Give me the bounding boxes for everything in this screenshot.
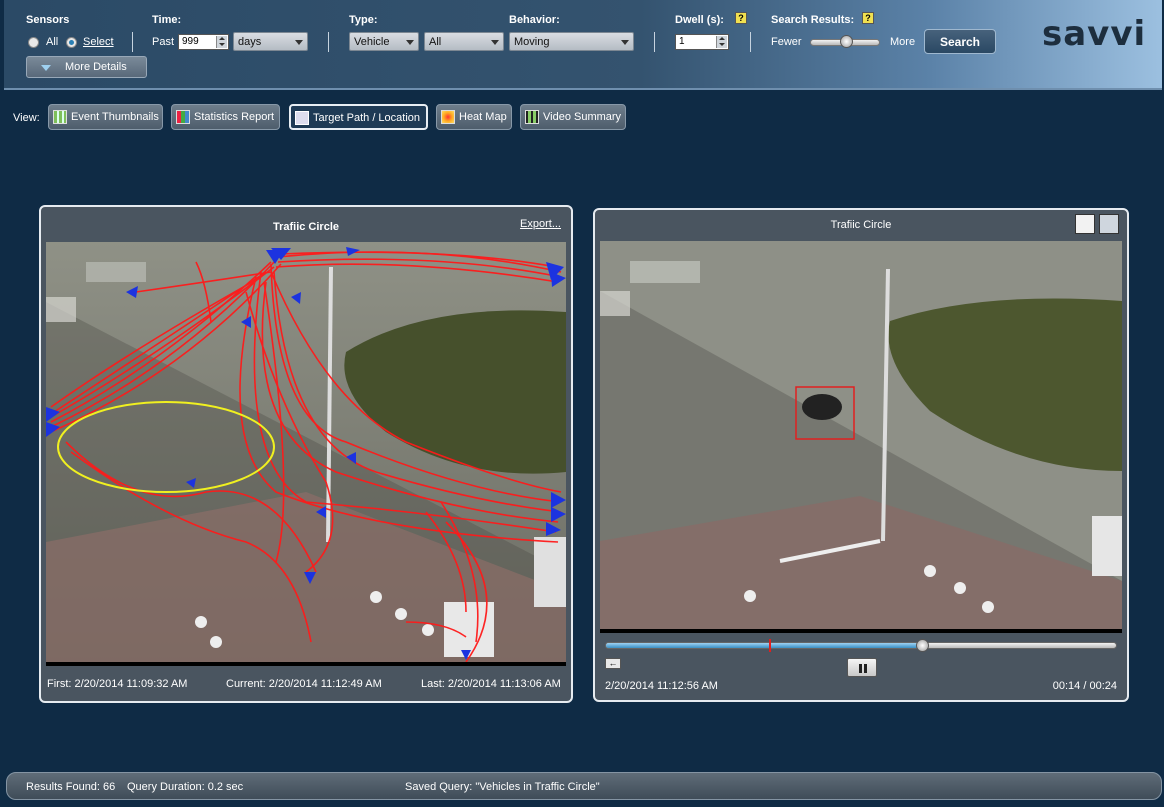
saved-query: Saved Query: "Vehicles in Traffic Circle…	[405, 781, 600, 793]
snapshot-icon[interactable]	[1075, 214, 1095, 234]
video-frame[interactable]	[600, 241, 1122, 629]
divider	[328, 32, 329, 52]
radio-select[interactable]	[66, 37, 77, 48]
search-button[interactable]: Search	[924, 29, 996, 54]
view-button-label: Heat Map	[459, 111, 507, 123]
type-sub-value: All	[429, 36, 442, 48]
type-sub-select[interactable]: All	[424, 32, 504, 51]
fewer-label: Fewer	[771, 36, 802, 48]
elapsed-time: 00:14 / 00:24	[1052, 680, 1117, 692]
radio-all[interactable]	[28, 37, 39, 48]
view-event-thumbnails-button[interactable]: Event Thumbnails	[48, 104, 163, 130]
chevron-down-icon	[295, 40, 303, 45]
view-target-path-button[interactable]: Target Path / Location	[289, 104, 428, 130]
dwell-label: Dwell (s):	[675, 14, 724, 26]
time-unit-select[interactable]: days	[233, 32, 308, 51]
chevron-down-icon	[491, 40, 499, 45]
search-toolbar: Sensors All Select More Details Time: Pa…	[4, 0, 1162, 90]
savvi-logo: savvi	[1042, 14, 1147, 54]
behavior-label: Behavior:	[509, 14, 560, 26]
time-unit-value: days	[238, 36, 262, 48]
view-label: View:	[13, 112, 40, 124]
chevron-down-icon	[406, 40, 414, 45]
behavior-select[interactable]: Moving	[509, 32, 634, 51]
search-results-label: Search Results:	[771, 14, 855, 26]
playback-progress	[606, 643, 923, 648]
pause-icon	[859, 664, 862, 673]
radio-all-label[interactable]: All	[46, 36, 58, 48]
time-label: Time:	[152, 14, 182, 26]
view-button-label: Event Thumbnails	[71, 111, 159, 123]
view-statistics-report-button[interactable]: Statistics Report	[171, 104, 280, 130]
thumbnails-icon	[53, 110, 67, 124]
past-label: Past	[152, 36, 175, 48]
more-details-button[interactable]: More Details	[26, 56, 147, 78]
video-player-panel: Trafiic Circle ← 2/20/2014 11:12:56 AM 0…	[593, 208, 1129, 702]
more-details-label: More Details	[65, 61, 127, 73]
stepper-arrows-icon[interactable]	[716, 36, 727, 48]
view-button-label: Statistics Report	[194, 111, 275, 123]
panel-title: Trafiic Circle	[830, 219, 892, 231]
type-value: Vehicle	[354, 36, 390, 48]
past-value-stepper[interactable]: 999	[178, 34, 229, 50]
dwell-stepper[interactable]: 1	[675, 34, 729, 50]
event-marker	[769, 639, 771, 652]
video-scene	[600, 241, 1122, 629]
divider	[750, 32, 751, 52]
last-timestamp: Last: 2/20/2014 11:13:06 AM	[421, 678, 561, 690]
playback-knob[interactable]	[916, 639, 929, 652]
help-icon[interactable]: ?	[735, 12, 747, 24]
divider	[132, 32, 133, 52]
popout-window-icon[interactable]	[1099, 214, 1119, 234]
radio-select-label[interactable]: Select	[83, 36, 114, 48]
dwell-value: 1	[679, 36, 685, 47]
stepper-arrows-icon[interactable]	[216, 36, 227, 48]
first-timestamp: First: 2/20/2014 11:09:32 AM	[47, 678, 188, 690]
timeline-strip	[46, 662, 566, 666]
status-bar: Results Found: 66 Query Duration: 0.2 se…	[6, 772, 1162, 800]
scene-with-paths	[46, 242, 566, 662]
expand-icon	[41, 65, 51, 71]
behavior-value: Moving	[514, 36, 550, 48]
target-path-canvas[interactable]	[46, 242, 566, 662]
video-edge	[600, 629, 1122, 633]
statistics-icon	[176, 110, 190, 124]
export-link[interactable]: Export...	[520, 218, 561, 230]
pause-button[interactable]	[847, 658, 877, 677]
past-value: 999	[182, 36, 199, 47]
target-path-panel: Trafiic Circle Export... First: 2/20/201…	[39, 205, 573, 703]
query-duration: Query Duration: 0.2 sec	[127, 781, 244, 793]
current-timestamp: Current: 2/20/2014 11:12:49 AM	[226, 678, 382, 690]
view-video-summary-button[interactable]: Video Summary	[520, 104, 626, 130]
results-found: Results Found: 66	[26, 781, 116, 793]
view-heat-map-button[interactable]: Heat Map	[436, 104, 512, 130]
film-icon	[525, 110, 539, 124]
results-slider-knob[interactable]	[840, 35, 853, 48]
help-icon[interactable]: ?	[862, 12, 874, 24]
view-button-label: Target Path / Location	[313, 112, 421, 124]
view-button-label: Video Summary	[543, 111, 622, 123]
chevron-down-icon	[621, 40, 629, 45]
type-label: Type:	[349, 14, 378, 26]
sensors-label: Sensors	[26, 14, 70, 26]
divider	[654, 32, 655, 52]
target-path-icon	[295, 111, 309, 125]
back-arrow-icon[interactable]: ←	[605, 658, 621, 669]
heat-map-icon	[441, 110, 455, 124]
more-label: More	[890, 36, 916, 48]
panel-title: Trafiic Circle	[272, 221, 340, 233]
video-timestamp: 2/20/2014 11:12:56 AM	[605, 680, 718, 692]
type-select[interactable]: Vehicle	[349, 32, 419, 51]
